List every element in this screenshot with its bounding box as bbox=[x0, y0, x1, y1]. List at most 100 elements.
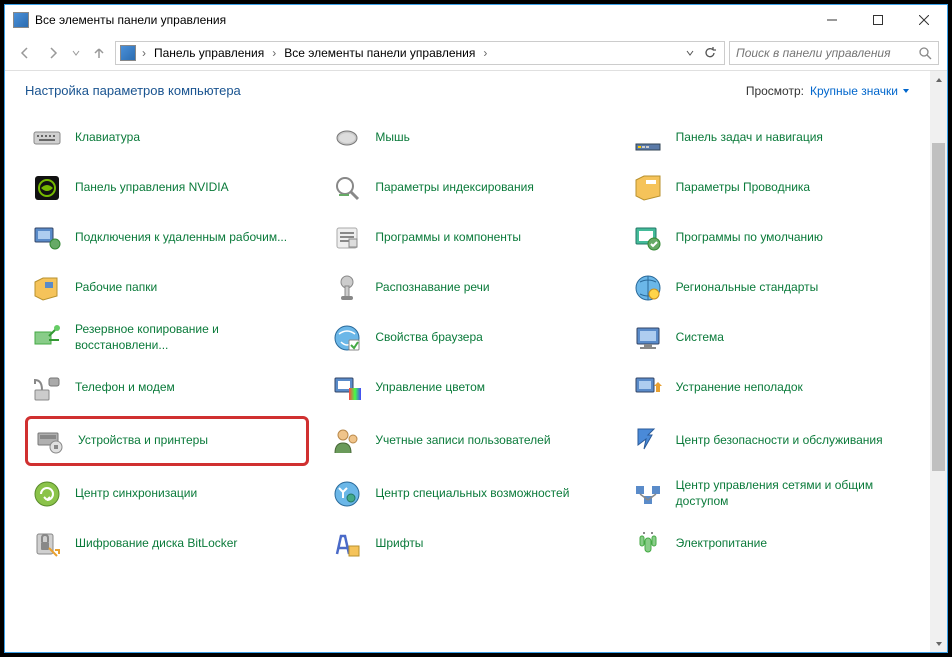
control-panel-item[interactable]: Резервное копирование и восстановлени... bbox=[25, 316, 309, 360]
chevron-right-icon[interactable]: › bbox=[270, 46, 278, 60]
item-icon bbox=[329, 320, 365, 356]
item-icon bbox=[630, 423, 666, 459]
control-panel-item[interactable]: Параметры индексирования bbox=[325, 166, 609, 210]
control-panel-item[interactable]: Шрифты bbox=[325, 522, 609, 566]
item-icon bbox=[29, 526, 65, 562]
control-panel-item[interactable]: Центр специальных возможностей bbox=[325, 472, 609, 516]
item-label: Система bbox=[676, 330, 724, 346]
item-icon bbox=[29, 370, 65, 406]
item-icon bbox=[329, 270, 365, 306]
item-label: Мышь bbox=[375, 130, 410, 146]
control-panel-item[interactable]: Мышь bbox=[325, 116, 609, 160]
control-panel-item[interactable]: Электропитание bbox=[626, 522, 910, 566]
control-panel-item[interactable]: Параметры Проводника bbox=[626, 166, 910, 210]
control-panel-item[interactable]: Устранение неполадок bbox=[626, 366, 910, 410]
item-label: Панель управления NVIDIA bbox=[75, 180, 229, 196]
item-label: Свойства браузера bbox=[375, 330, 483, 346]
up-button[interactable] bbox=[87, 41, 111, 65]
item-icon bbox=[630, 476, 666, 512]
breadcrumb-2[interactable]: Все элементы панели управления bbox=[282, 46, 477, 60]
address-bar[interactable]: › Панель управления › Все элементы панел… bbox=[115, 41, 725, 65]
scroll-up-button[interactable] bbox=[930, 71, 947, 88]
item-icon bbox=[329, 170, 365, 206]
scroll-track[interactable] bbox=[930, 88, 947, 635]
scroll-down-button[interactable] bbox=[930, 635, 947, 652]
scrollbar[interactable] bbox=[930, 71, 947, 652]
item-label: Устройства и принтеры bbox=[78, 433, 208, 449]
breadcrumb-1[interactable]: Панель управления bbox=[152, 46, 266, 60]
page-title: Настройка параметров компьютера bbox=[25, 83, 746, 98]
control-panel-item[interactable]: Панель управления NVIDIA bbox=[25, 166, 309, 210]
scroll-thumb[interactable] bbox=[932, 143, 945, 471]
items-grid: Клавиатура Мышь Панель задач и навигация Па… bbox=[25, 116, 910, 566]
search-box[interactable] bbox=[729, 41, 939, 65]
item-label: Программы и компоненты bbox=[375, 230, 521, 246]
item-icon bbox=[329, 370, 365, 406]
control-panel-item[interactable]: Программы по умолчанию bbox=[626, 216, 910, 260]
control-panel-item[interactable]: Свойства браузера bbox=[325, 316, 609, 360]
control-panel-item[interactable]: Телефон и модем bbox=[25, 366, 309, 410]
item-icon bbox=[630, 320, 666, 356]
item-label: Управление цветом bbox=[375, 380, 485, 396]
control-panel-item[interactable]: Центр синхронизации bbox=[25, 472, 309, 516]
address-dropdown[interactable] bbox=[682, 41, 698, 65]
chevron-down-icon bbox=[902, 87, 910, 95]
item-icon bbox=[32, 423, 68, 459]
control-panel-item[interactable]: Устройства и принтеры bbox=[25, 416, 309, 466]
control-panel-item[interactable]: Шифрование диска BitLocker bbox=[25, 522, 309, 566]
item-icon bbox=[329, 526, 365, 562]
viewby-dropdown[interactable]: Крупные значки bbox=[810, 84, 910, 98]
control-panel-item[interactable]: Управление цветом bbox=[325, 366, 609, 410]
control-panel-item[interactable]: Центр безопасности и обслуживания bbox=[626, 416, 910, 466]
maximize-button[interactable] bbox=[855, 5, 901, 35]
item-label: Панель задач и навигация bbox=[676, 130, 823, 146]
forward-button[interactable] bbox=[41, 41, 65, 65]
control-panel-item[interactable]: Региональные стандарты bbox=[626, 266, 910, 310]
item-icon bbox=[29, 170, 65, 206]
item-icon bbox=[29, 476, 65, 512]
search-input[interactable] bbox=[736, 46, 918, 60]
item-label: Распознавание речи bbox=[375, 280, 489, 296]
item-label: Центр управления сетями и общим доступом bbox=[676, 478, 906, 509]
item-icon bbox=[630, 170, 666, 206]
back-button[interactable] bbox=[13, 41, 37, 65]
window-title: Все элементы панели управления bbox=[35, 13, 809, 27]
control-panel-item[interactable]: Система bbox=[626, 316, 910, 360]
item-icon bbox=[630, 526, 666, 562]
control-panel-item[interactable]: Учетные записи пользователей bbox=[325, 416, 609, 466]
chevron-right-icon[interactable]: › bbox=[481, 46, 489, 60]
item-label: Программы по умолчанию bbox=[676, 230, 823, 246]
item-label: Электропитание bbox=[676, 536, 767, 552]
control-panel-item[interactable]: Рабочие папки bbox=[25, 266, 309, 310]
control-panel-item[interactable]: Программы и компоненты bbox=[325, 216, 609, 260]
refresh-button[interactable] bbox=[700, 41, 720, 65]
control-panel-item[interactable]: Распознавание речи bbox=[325, 266, 609, 310]
item-label: Учетные записи пользователей bbox=[375, 433, 550, 449]
item-icon bbox=[29, 220, 65, 256]
item-icon bbox=[29, 120, 65, 156]
recent-dropdown[interactable] bbox=[69, 41, 83, 65]
item-label: Параметры Проводника bbox=[676, 180, 810, 196]
item-icon bbox=[329, 220, 365, 256]
close-button[interactable] bbox=[901, 5, 947, 35]
viewby-label: Просмотр: bbox=[746, 84, 804, 98]
control-panel-icon bbox=[13, 12, 29, 28]
item-label: Резервное копирование и восстановлени... bbox=[75, 322, 305, 353]
item-label: Центр синхронизации bbox=[75, 486, 197, 502]
control-panel-item[interactable]: Подключения к удаленным рабочим... bbox=[25, 216, 309, 260]
chevron-right-icon[interactable]: › bbox=[140, 46, 148, 60]
item-label: Устранение неполадок bbox=[676, 380, 803, 396]
item-icon bbox=[29, 270, 65, 306]
search-icon bbox=[918, 46, 932, 60]
item-label: Шифрование диска BitLocker bbox=[75, 536, 237, 552]
control-panel-item[interactable]: Панель задач и навигация bbox=[626, 116, 910, 160]
minimize-button[interactable] bbox=[809, 5, 855, 35]
control-panel-item[interactable]: Клавиатура bbox=[25, 116, 309, 160]
item-label: Параметры индексирования bbox=[375, 180, 533, 196]
item-icon bbox=[630, 270, 666, 306]
item-icon bbox=[329, 476, 365, 512]
control-panel-icon bbox=[120, 45, 136, 61]
main-panel: Настройка параметров компьютера Просмотр… bbox=[5, 71, 930, 652]
item-label: Региональные стандарты bbox=[676, 280, 819, 296]
control-panel-item[interactable]: Центр управления сетями и общим доступом bbox=[626, 472, 910, 516]
